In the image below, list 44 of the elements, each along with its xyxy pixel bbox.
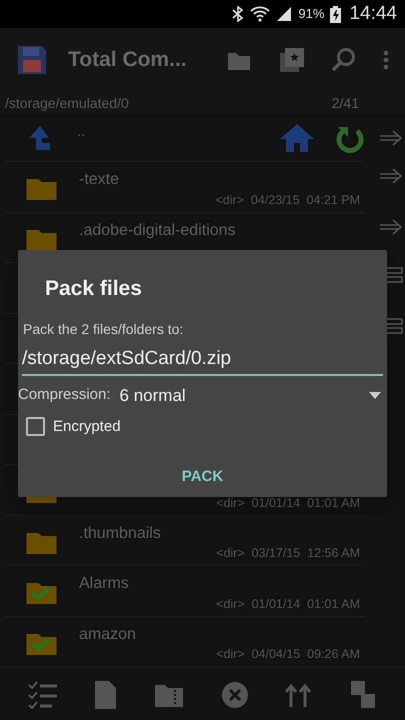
parent-folder-name[interactable]: ..	[77, 121, 86, 144]
dialog-prompt: Pack the 2 files/folders to:	[23, 320, 184, 338]
bluetooth-icon	[232, 6, 244, 22]
checkbox[interactable]	[26, 417, 45, 436]
app-title: Total Com...	[68, 47, 187, 74]
pack-button[interactable]: PACK	[172, 462, 234, 492]
battery-level: 91%	[298, 5, 324, 24]
path-input-field[interactable]: /storage/extSdCard/0.zip	[22, 344, 383, 376]
clock-time: 14:44	[349, 2, 397, 26]
arrow-icon[interactable]	[379, 128, 403, 148]
compression-dropdown[interactable]: Compression: 6 normal	[18, 384, 387, 408]
wifi-icon	[250, 6, 270, 22]
zipped-folder-icon[interactable]	[154, 682, 184, 708]
folder-details: <dir> 03/17/15 12:56 AM	[216, 545, 360, 562]
file-count: 2/41	[332, 94, 359, 113]
arrow-icon[interactable]	[379, 166, 403, 186]
checkbox-label[interactable]: Encrypted	[53, 416, 121, 438]
more-menu-icon[interactable]	[383, 50, 389, 70]
folder-name[interactable]: .thumbnails	[79, 522, 161, 546]
dialog-title: Pack files	[45, 276, 143, 302]
close-icon[interactable]	[220, 681, 249, 709]
folder-name[interactable]: -texte	[79, 168, 120, 192]
swap-panels-icon[interactable]	[348, 680, 377, 710]
signal-icon	[276, 6, 292, 22]
folder-details: <dir> 04/04/15 09:26 AM	[216, 646, 360, 664]
bookmark-star-icon[interactable]	[279, 47, 305, 73]
folder-details: <dir> 01/01/14 01:01 AM	[216, 596, 360, 613]
home-icon[interactable]	[279, 122, 315, 154]
folder-name[interactable]: Alarms	[79, 572, 129, 596]
arrow-icon[interactable]	[379, 216, 403, 236]
compression-value: 6 normal	[120, 384, 186, 407]
up-arrow-icon[interactable]	[28, 125, 52, 151]
path-text: /storage/emulated/0	[5, 94, 129, 113]
folder-details: <dir> 04/23/15 04:21 PM	[215, 192, 360, 209]
folder-name[interactable]: .adobe-digital-editions	[79, 218, 236, 242]
folder-details: <dir> 01/01/14 01:01 AM	[216, 494, 360, 512]
dropdown-caret-icon	[369, 392, 381, 399]
search-icon[interactable]	[331, 47, 357, 73]
battery-icon	[330, 6, 342, 22]
compression-label: Compression:	[18, 385, 111, 406]
document-icon[interactable]	[94, 680, 118, 710]
checklist-icon[interactable]	[28, 681, 58, 709]
folder-name[interactable]: amazon	[79, 622, 136, 646]
sort-arrows-icon[interactable]	[284, 681, 313, 709]
